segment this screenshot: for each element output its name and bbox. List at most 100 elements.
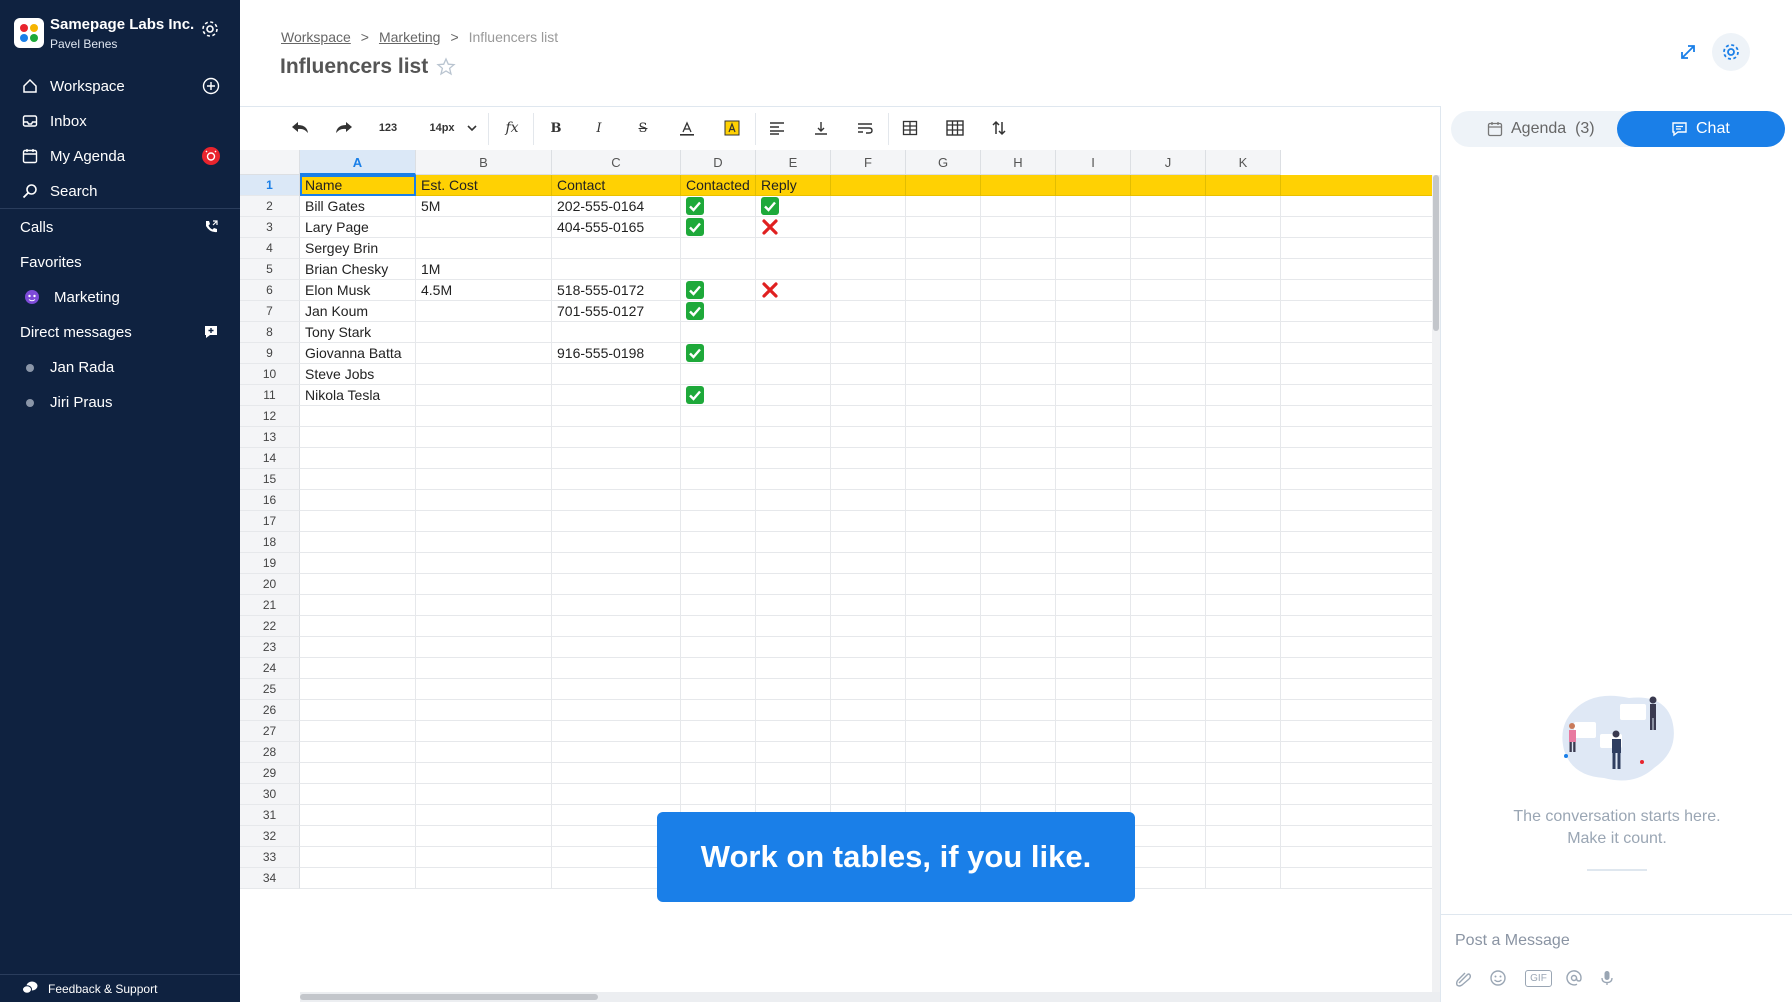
cell[interactable]	[1056, 196, 1131, 217]
cell[interactable]	[300, 784, 416, 805]
cell[interactable]	[1131, 532, 1206, 553]
vertical-scrollbar[interactable]	[1432, 175, 1440, 1002]
cell[interactable]	[681, 406, 756, 427]
cell[interactable]	[681, 595, 756, 616]
cell[interactable]	[1131, 511, 1206, 532]
cell[interactable]	[981, 406, 1056, 427]
undo-button[interactable]	[287, 117, 313, 139]
cell[interactable]: 518-555-0172	[552, 280, 681, 301]
cell[interactable]	[1131, 238, 1206, 259]
cell[interactable]: 202-555-0164	[552, 196, 681, 217]
cell[interactable]	[831, 490, 906, 511]
row-header[interactable]: 33	[240, 847, 300, 868]
cell[interactable]	[1131, 763, 1206, 784]
cell[interactable]	[1206, 700, 1281, 721]
wrap-text-button[interactable]	[852, 117, 878, 139]
cell[interactable]	[831, 259, 906, 280]
star-icon[interactable]	[436, 57, 456, 77]
column-header[interactable]: F	[831, 150, 906, 175]
cell[interactable]	[681, 280, 756, 301]
breadcrumb-marketing[interactable]: Marketing	[379, 29, 440, 45]
cell[interactable]	[981, 784, 1056, 805]
cell[interactable]	[1056, 364, 1131, 385]
cell[interactable]: Elon Musk	[300, 280, 416, 301]
cell[interactable]	[756, 322, 831, 343]
cell[interactable]	[756, 280, 831, 301]
cell[interactable]	[416, 721, 552, 742]
cell[interactable]	[906, 343, 981, 364]
cell[interactable]	[981, 469, 1056, 490]
cell[interactable]	[981, 763, 1056, 784]
cell[interactable]	[981, 385, 1056, 406]
cell[interactable]	[831, 658, 906, 679]
cell[interactable]	[300, 532, 416, 553]
cell[interactable]	[981, 343, 1056, 364]
cell[interactable]	[756, 427, 831, 448]
cell[interactable]	[906, 301, 981, 322]
column-header[interactable]: J	[1131, 150, 1206, 175]
mention-icon[interactable]	[1565, 969, 1583, 987]
cell[interactable]	[981, 637, 1056, 658]
cell[interactable]	[300, 553, 416, 574]
cell[interactable]	[1056, 532, 1131, 553]
cell[interactable]	[1056, 595, 1131, 616]
cell[interactable]	[1206, 847, 1281, 868]
cell[interactable]	[1131, 595, 1206, 616]
cell[interactable]	[981, 658, 1056, 679]
cell[interactable]	[1206, 280, 1281, 301]
cell[interactable]	[831, 217, 906, 238]
cell[interactable]	[981, 553, 1056, 574]
row-header[interactable]: 21	[240, 595, 300, 616]
cell[interactable]	[906, 700, 981, 721]
cell[interactable]	[831, 574, 906, 595]
cell[interactable]	[416, 532, 552, 553]
cell[interactable]	[831, 448, 906, 469]
cell[interactable]	[906, 175, 981, 196]
cell[interactable]	[416, 301, 552, 322]
cell[interactable]	[1206, 196, 1281, 217]
cell[interactable]	[300, 868, 416, 889]
cell[interactable]	[756, 742, 831, 763]
table-format-button[interactable]	[942, 117, 968, 139]
cell[interactable]	[300, 574, 416, 595]
cell[interactable]	[681, 532, 756, 553]
cell[interactable]	[906, 553, 981, 574]
cell[interactable]	[416, 343, 552, 364]
column-header[interactable]: A	[300, 150, 416, 175]
cell[interactable]	[416, 763, 552, 784]
cell[interactable]	[981, 616, 1056, 637]
cell[interactable]	[416, 658, 552, 679]
cell[interactable]	[1206, 553, 1281, 574]
column-header[interactable]: E	[756, 150, 831, 175]
cell[interactable]	[1056, 280, 1131, 301]
cell[interactable]	[831, 637, 906, 658]
cell[interactable]	[1206, 343, 1281, 364]
cell[interactable]	[756, 574, 831, 595]
cell[interactable]	[906, 742, 981, 763]
cell[interactable]	[906, 259, 981, 280]
number-format-button[interactable]: 123	[370, 117, 406, 139]
cell[interactable]	[552, 385, 681, 406]
cell[interactable]	[756, 259, 831, 280]
row-header[interactable]: 24	[240, 658, 300, 679]
cell[interactable]	[416, 847, 552, 868]
cell[interactable]	[681, 217, 756, 238]
cell[interactable]	[681, 259, 756, 280]
cell[interactable]	[981, 301, 1056, 322]
cell[interactable]	[1206, 448, 1281, 469]
cell[interactable]	[981, 742, 1056, 763]
cell[interactable]	[756, 616, 831, 637]
cell[interactable]	[831, 385, 906, 406]
sidebar-item-workspace[interactable]: Workspace	[0, 70, 240, 102]
cell[interactable]	[681, 700, 756, 721]
cell[interactable]	[681, 511, 756, 532]
cell[interactable]	[1131, 343, 1206, 364]
cell[interactable]	[300, 490, 416, 511]
cell[interactable]	[1056, 217, 1131, 238]
row-header[interactable]: 17	[240, 511, 300, 532]
cell[interactable]	[981, 427, 1056, 448]
function-button[interactable]: fx	[499, 117, 525, 139]
cell[interactable]	[1206, 805, 1281, 826]
cell[interactable]	[1056, 742, 1131, 763]
cell[interactable]	[1131, 448, 1206, 469]
